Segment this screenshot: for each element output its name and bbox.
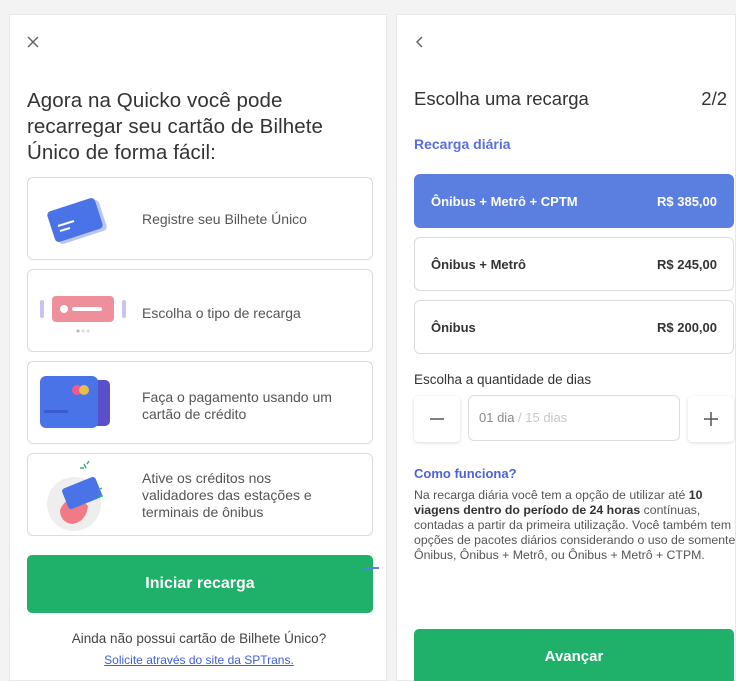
option-price: R$ 200,00 <box>657 320 717 335</box>
next-button[interactable]: Avançar <box>414 629 734 681</box>
option-bus-metro-cptm[interactable]: Ônibus + Metrô + CPTM R$ 385,00 <box>414 174 734 228</box>
intro-headline: Agora na Quicko você pode recarregar seu… <box>27 89 324 164</box>
days-value: 01 dia <box>479 410 515 425</box>
option-name: Ônibus + Metrô + CPTM <box>431 194 578 209</box>
step-label: Escolha o tipo de recarga <box>142 305 301 321</box>
intro-screen: Agora na Quicko você pode recarregar seu… <box>9 14 387 681</box>
decrement-button[interactable] <box>414 396 460 442</box>
step-card-activate: Ative os créditos nos validadores das es… <box>27 453 373 536</box>
option-bus[interactable]: Ônibus R$ 200,00 <box>414 300 734 354</box>
recharge-screen: Escolha uma recarga 2/2 Recarga diária Ô… <box>396 14 736 681</box>
plus-icon <box>704 412 718 426</box>
step-indicator: 2/2 <box>701 88 727 109</box>
option-name: Ônibus <box>431 320 476 335</box>
option-price: R$ 245,00 <box>657 257 717 272</box>
option-bus-metro[interactable]: Ônibus + Metrô R$ 245,00 <box>414 237 734 291</box>
step-label: Registre seu Bilhete Único <box>142 211 307 227</box>
days-input[interactable]: 01 dia / 15 dias <box>468 395 680 441</box>
flow-connector <box>363 567 379 569</box>
close-icon[interactable] <box>22 31 44 53</box>
option-price: R$ 385,00 <box>657 194 717 209</box>
section-title: Recarga diária <box>414 136 511 152</box>
recharge-type-icon <box>40 296 126 333</box>
increment-button[interactable] <box>688 396 734 442</box>
option-name: Ônibus + Metrô <box>431 257 526 272</box>
days-label: Escolha a quantidade de dias <box>414 372 592 387</box>
step-label: Ative os créditos nos validadores das es… <box>142 470 312 520</box>
how-intro: Na recarga diária você tem a opção de ut… <box>414 488 686 502</box>
how-it-works-title[interactable]: Como funciona? <box>414 466 517 481</box>
step-card-choose-type: Escolha o tipo de recarga <box>27 269 373 352</box>
credit-card-icon <box>40 376 110 428</box>
page-title: Escolha uma recarga <box>414 88 589 109</box>
sptrans-link[interactable]: Solicite através do site da SPTrans. <box>10 653 388 667</box>
how-it-works-text: Na recarga diária você tem a opção de ut… <box>414 488 736 563</box>
card-icon <box>47 198 107 244</box>
minus-icon <box>430 418 444 420</box>
no-card-question: Ainda não possui cartão de Bilhete Único… <box>71 631 327 646</box>
tap-card-icon <box>47 460 103 531</box>
days-max: / 15 dias <box>514 410 568 425</box>
step-label: Faça o pagamento usando um cartão de cré… <box>142 389 332 422</box>
step-card-payment: Faça o pagamento usando um cartão de cré… <box>27 361 373 444</box>
step-card-register: Registre seu Bilhete Único <box>27 177 373 260</box>
back-icon[interactable] <box>409 31 431 53</box>
start-recharge-button[interactable]: Iniciar recarga <box>27 555 373 613</box>
